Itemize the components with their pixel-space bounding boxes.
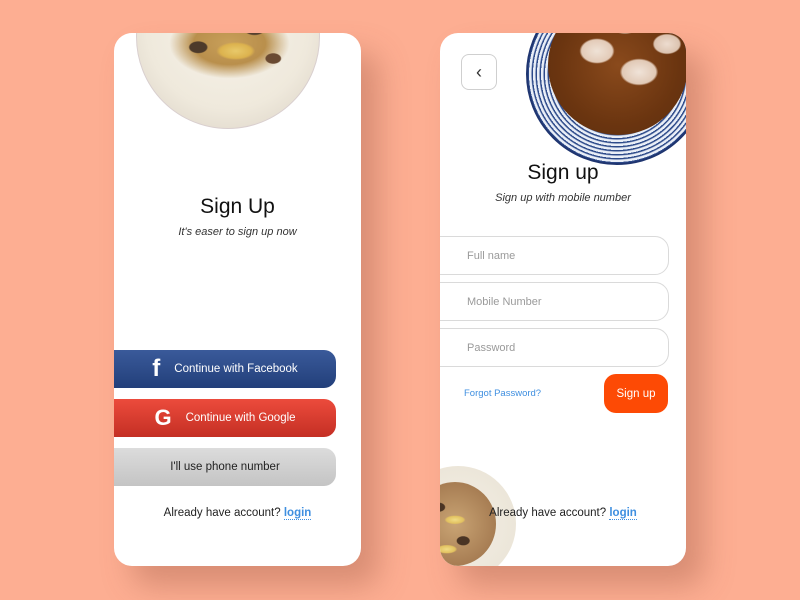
google-button-label: Continue with Google <box>185 412 296 424</box>
food-image <box>167 33 292 81</box>
password-field[interactable] <box>440 328 669 367</box>
back-button[interactable]: ‹ <box>461 54 497 90</box>
phone-button-label: I'll use phone number <box>170 461 280 473</box>
continue-with-google-button[interactable]: G Continue with Google <box>114 399 336 437</box>
page-subtitle: Sign up with mobile number <box>495 192 631 204</box>
use-phone-number-button[interactable]: I'll use phone number <box>114 448 336 486</box>
forgot-password-link[interactable]: Forgot Password? <box>464 388 541 399</box>
page-subtitle: It's easer to sign up now <box>178 226 297 238</box>
mobile-number-input[interactable] <box>465 294 649 309</box>
page-title: Sign Up <box>200 195 275 218</box>
page-title: Sign up <box>527 161 599 184</box>
signup-mobile-screen: ‹ Sign up Sign up with mobile number For… <box>440 33 686 566</box>
facebook-icon: f <box>152 355 161 382</box>
login-link[interactable]: login <box>609 507 637 520</box>
continue-with-facebook-button[interactable]: f Continue with Facebook <box>114 350 336 388</box>
dumpling-soup-image <box>526 33 686 165</box>
password-input[interactable] <box>465 340 649 355</box>
signup-options-screen: Sign Up It's easer to sign up now f Cont… <box>114 33 361 566</box>
mobile-number-field[interactable] <box>440 282 669 321</box>
food-image <box>440 482 496 566</box>
chevron-left-icon: ‹ <box>476 61 482 82</box>
full-name-input[interactable] <box>465 248 649 263</box>
full-name-field[interactable] <box>440 236 669 275</box>
soup-image <box>548 33 686 135</box>
facebook-button-label: Continue with Facebook <box>174 363 298 375</box>
login-link[interactable]: login <box>283 507 312 520</box>
already-have-account-text: Already have account? <box>163 507 281 519</box>
already-have-account: Already have account? login <box>440 507 686 520</box>
mushroom-potato-dish-image <box>136 33 320 129</box>
sign-up-button[interactable]: Sign up <box>604 374 668 413</box>
already-have-account-text: Already have account? <box>489 507 607 519</box>
already-have-account: Already have account? login <box>114 507 361 520</box>
google-icon: G <box>154 405 172 430</box>
